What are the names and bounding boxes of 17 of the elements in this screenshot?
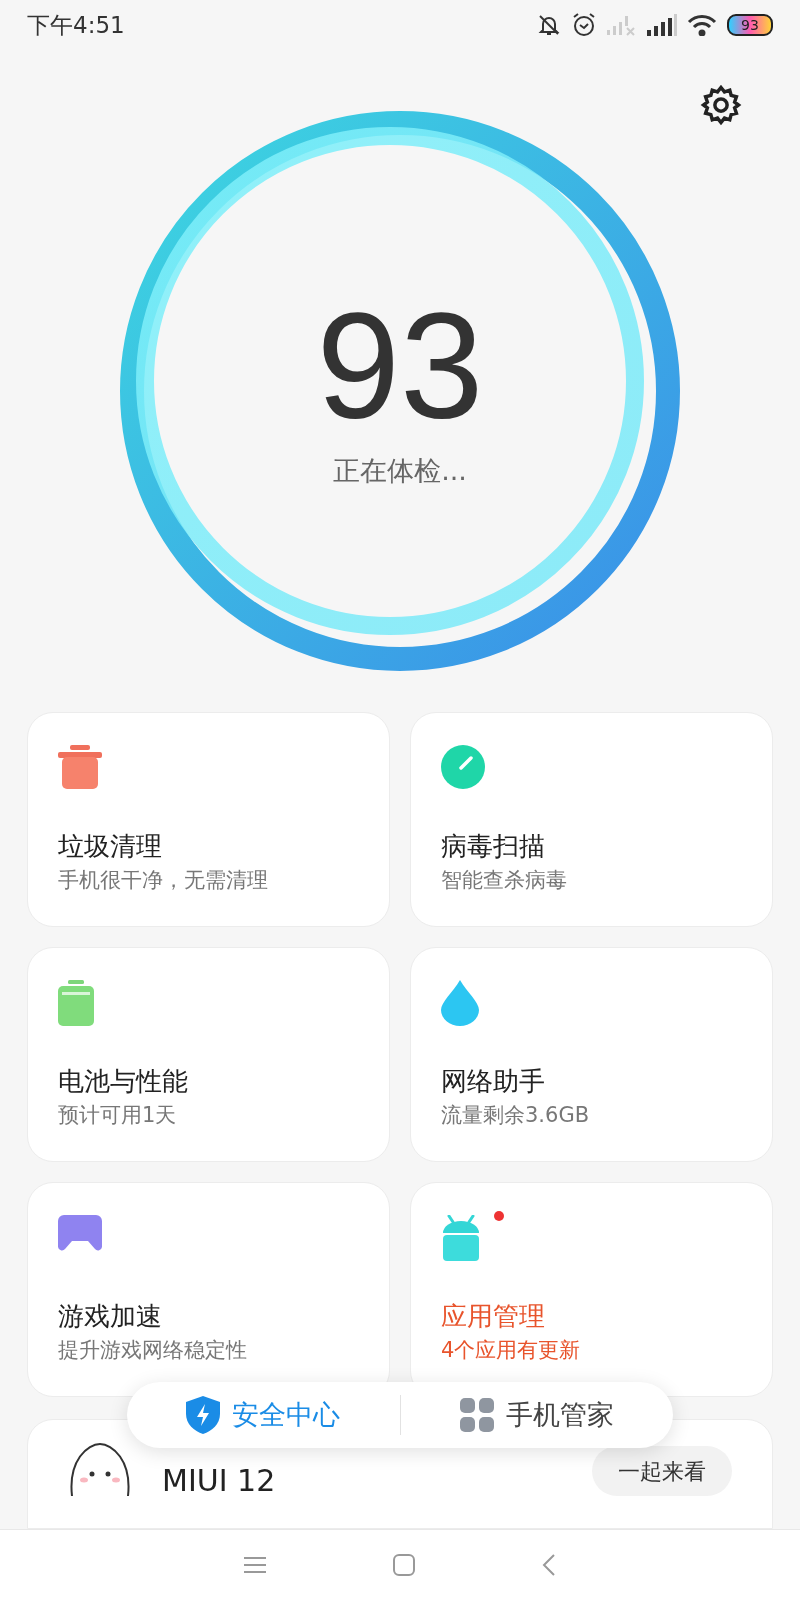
promo-title: MIUI 12 (162, 1466, 276, 1496)
card-title: 游戏加速 (58, 1300, 163, 1333)
card-subtitle: 提升游戏网络稳定性 (58, 1337, 248, 1364)
score-value: 93 (316, 290, 484, 441)
status-time: 下午4:51 (27, 10, 125, 40)
card-subtitle: 预计可用1天 (58, 1102, 178, 1129)
card-title: 垃圾清理 (58, 830, 163, 863)
card-subtitle: 手机很干净，无需清理 (58, 867, 269, 894)
checkup-status: 正在体检... (333, 453, 467, 488)
card-subtitle: 智能查杀病毒 (441, 867, 568, 894)
card-title: 应用管理 (441, 1300, 546, 1333)
battery-indicator: 93 (727, 14, 773, 36)
card-title: 网络助手 (441, 1065, 546, 1098)
card-title: 电池与性能 (58, 1065, 189, 1098)
card-subtitle: 流量剩余3.6GB (441, 1102, 591, 1129)
card-title: 病毒扫描 (441, 830, 546, 863)
card-subtitle: 4个应用有更新 (441, 1337, 582, 1364)
